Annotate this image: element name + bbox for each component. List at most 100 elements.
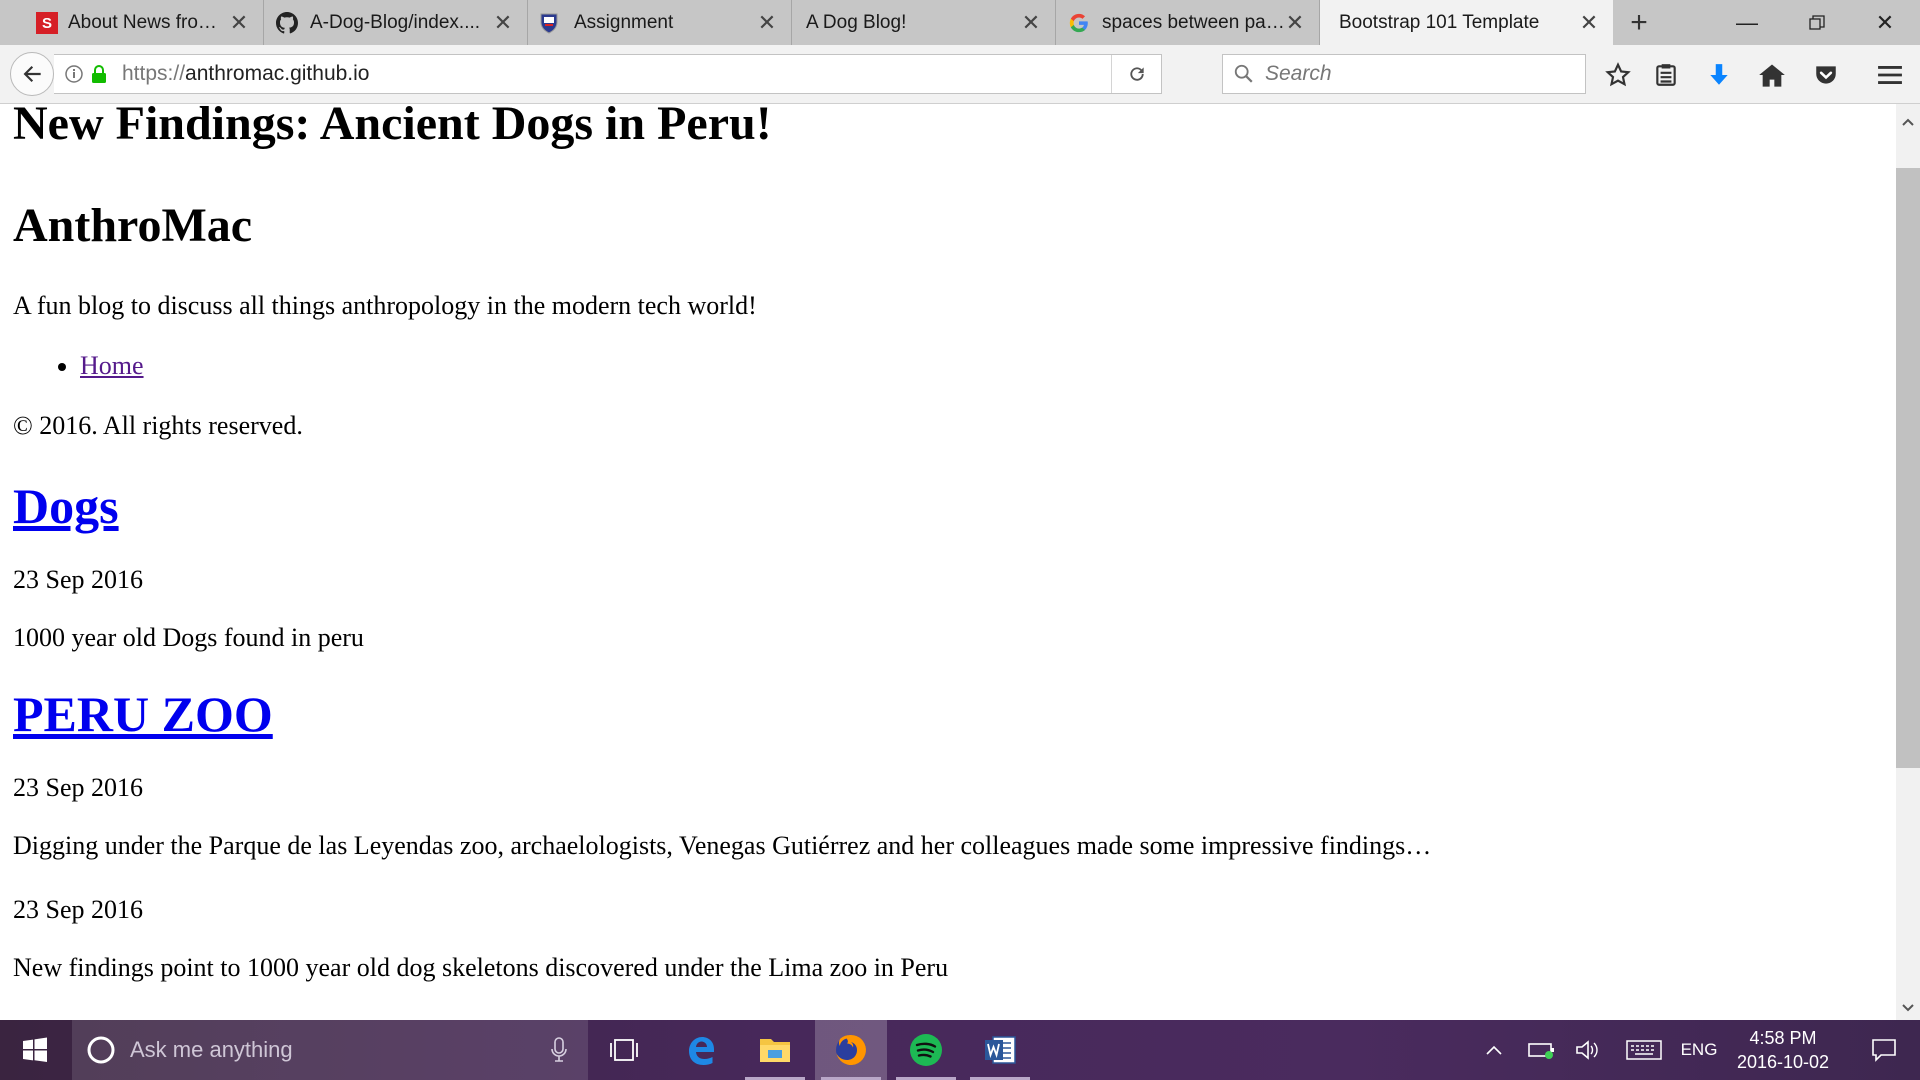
spotify-icon xyxy=(910,1034,942,1066)
clock-date: 2016-10-02 xyxy=(1736,1052,1830,1072)
reload-button[interactable] xyxy=(1111,55,1161,93)
close-tab-icon[interactable]: ✕ xyxy=(229,11,249,33)
tab-1[interactable]: S About News from S... ✕ xyxy=(0,0,264,45)
tab-4[interactable]: A Dog Blog! ✕ xyxy=(792,0,1056,45)
close-tab-icon[interactable]: ✕ xyxy=(757,11,777,33)
battery-button[interactable] xyxy=(1522,1020,1562,1080)
touch-keyboard-button[interactable] xyxy=(1620,1020,1668,1080)
reading-list-button[interactable] xyxy=(1648,57,1684,93)
site-nav: Home xyxy=(80,351,1896,381)
download-arrow-icon xyxy=(1710,64,1728,85)
battery-charging-icon xyxy=(1528,1043,1554,1059)
post-excerpt: New findings point to 1000 year old dog … xyxy=(13,953,949,982)
tab-title: A-Dog-Blog/index.... xyxy=(310,11,481,33)
post-title: Dogs xyxy=(13,477,1896,535)
post-date: 23 Sep 2016 xyxy=(13,895,143,924)
close-tab-icon[interactable]: ✕ xyxy=(1285,11,1305,33)
address-bar[interactable]: https://anthromac.github.io xyxy=(54,54,1162,94)
close-tab-icon[interactable]: ✕ xyxy=(1579,11,1599,33)
input-language[interactable]: ENG xyxy=(1676,1020,1722,1080)
home-button[interactable] xyxy=(1754,57,1790,93)
system-clock[interactable]: 4:58 PM 2016-10-02 xyxy=(1720,1026,1846,1074)
show-hidden-icons-button[interactable] xyxy=(1474,1020,1514,1080)
cortana-search-box[interactable]: Ask me anything xyxy=(72,1020,588,1080)
tab-title: spaces between par... xyxy=(1102,11,1285,33)
tab-title: About News from S... xyxy=(68,11,229,33)
close-window-button[interactable]: ✕ xyxy=(1850,0,1920,45)
vertical-scrollbar[interactable] xyxy=(1896,104,1920,1020)
scrollbar-thumb[interactable] xyxy=(1896,168,1920,768)
scroll-down-arrow-icon[interactable] xyxy=(1896,996,1920,1020)
tab-title: Assignment xyxy=(574,11,674,33)
open-menu-button[interactable] xyxy=(1872,57,1908,93)
post-title: PERU ZOO xyxy=(13,685,1896,743)
post-excerpt: Digging under the Parque de las Leyendas… xyxy=(13,831,1432,860)
site-tagline: A fun blog to discuss all things anthrop… xyxy=(13,291,757,320)
clock-time: 4:58 PM xyxy=(1749,1028,1817,1048)
tab-title: Bootstrap 101 Template xyxy=(1339,11,1540,33)
microphone-icon[interactable] xyxy=(550,1037,568,1063)
shield-crest-icon xyxy=(538,12,560,34)
minimize-button[interactable]: — xyxy=(1712,0,1782,45)
pocket-icon xyxy=(1816,66,1836,84)
navigation-toolbar: https://anthromac.github.io Search xyxy=(0,45,1920,104)
site-title: AnthroMac xyxy=(13,199,253,252)
downloads-button[interactable] xyxy=(1701,57,1737,93)
star-icon xyxy=(1605,62,1631,87)
nav-link-home[interactable]: Home xyxy=(80,351,144,380)
keyboard-icon xyxy=(1626,1040,1662,1060)
tab-2[interactable]: A-Dog-Blog/index.... ✕ xyxy=(264,0,528,45)
start-button[interactable] xyxy=(0,1020,70,1080)
s-logo-icon: S xyxy=(36,12,58,34)
hamburger-menu-icon xyxy=(1878,66,1902,84)
tab-5[interactable]: spaces between par... ✕ xyxy=(1056,0,1320,45)
cortana-placeholder: Ask me anything xyxy=(130,1037,293,1062)
search-box[interactable]: Search xyxy=(1222,54,1586,94)
notification-icon xyxy=(1872,1039,1896,1062)
taskbar-word[interactable] xyxy=(964,1020,1036,1080)
page-content: New Findings: Ancient Dogs in Peru! Anth… xyxy=(0,104,1896,1020)
taskbar-spotify[interactable] xyxy=(890,1020,962,1080)
bookmark-star-button[interactable] xyxy=(1600,57,1636,93)
windows-logo-icon xyxy=(23,1037,47,1062)
task-view-button[interactable] xyxy=(588,1020,660,1080)
info-icon[interactable] xyxy=(64,64,84,84)
word-icon xyxy=(985,1036,1016,1064)
cortana-ring-icon xyxy=(87,1036,115,1064)
github-icon xyxy=(276,12,298,34)
clipboard-list-icon xyxy=(1656,64,1676,86)
post-excerpt: 1000 year old Dogs found in peru xyxy=(13,623,364,652)
close-tab-icon[interactable]: ✕ xyxy=(493,11,513,33)
url-host: anthromac.github.io xyxy=(185,62,370,85)
speaker-icon xyxy=(1576,1040,1598,1060)
taskbar-edge[interactable] xyxy=(665,1020,737,1080)
pocket-button[interactable] xyxy=(1808,57,1844,93)
edge-browser-icon xyxy=(689,1037,714,1065)
action-center-button[interactable] xyxy=(1848,1020,1920,1080)
url-text[interactable]: https://anthromac.github.io xyxy=(122,62,369,86)
post-link-peru-zoo[interactable]: PERU ZOO xyxy=(13,686,273,742)
restore-button[interactable] xyxy=(1782,0,1852,45)
file-explorer-folder-icon xyxy=(760,1039,790,1062)
home-icon xyxy=(1759,64,1785,87)
new-tab-button[interactable]: + xyxy=(1613,0,1665,45)
google-icon xyxy=(1068,12,1090,34)
padlock-icon[interactable] xyxy=(90,64,108,84)
taskbar-file-explorer[interactable] xyxy=(739,1020,811,1080)
search-placeholder: Search xyxy=(1265,62,1332,85)
tab-6-active[interactable]: Bootstrap 101 Template ✕ xyxy=(1320,0,1613,45)
firefox-icon xyxy=(836,1034,866,1065)
page-heading: New Findings: Ancient Dogs in Peru! xyxy=(13,104,772,150)
tab-3[interactable]: Assignment ✕ xyxy=(528,0,792,45)
taskbar-firefox[interactable] xyxy=(815,1020,887,1080)
post-link-dogs[interactable]: Dogs xyxy=(13,478,119,534)
back-arrow-icon xyxy=(23,65,41,83)
reload-icon xyxy=(1129,67,1144,81)
restore-icon xyxy=(1809,14,1825,30)
post-date: 23 Sep 2016 xyxy=(13,565,143,594)
close-tab-icon[interactable]: ✕ xyxy=(1021,11,1041,33)
back-button[interactable] xyxy=(10,52,54,96)
scroll-up-arrow-icon[interactable] xyxy=(1896,110,1920,134)
volume-button[interactable] xyxy=(1568,1020,1608,1080)
nav-item: Home xyxy=(80,351,1896,381)
